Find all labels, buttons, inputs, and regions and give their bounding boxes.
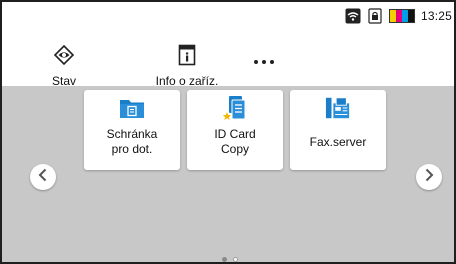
- top-navigation: Stav Info o zaříz.: [2, 30, 454, 88]
- more-dots-icon: [254, 60, 274, 64]
- previous-page-button[interactable]: [30, 164, 56, 190]
- fax-server-icon: [325, 95, 351, 121]
- tile-label: ID Card Copy: [214, 127, 255, 157]
- tile-label-line: pro dot.: [111, 142, 153, 156]
- toner-level-indicator[interactable]: [388, 9, 415, 23]
- tile-fax-server[interactable]: Fax.server: [290, 90, 386, 170]
- page-indicator: [2, 257, 454, 262]
- status-eye-icon: [53, 44, 75, 71]
- device-info-icon: [178, 44, 196, 71]
- wifi-icon[interactable]: [345, 8, 361, 24]
- tile-label: Fax.server: [310, 135, 367, 150]
- tile-schranka-pro-dot[interactable]: Schránka pro dot.: [84, 90, 180, 170]
- more-button[interactable]: [250, 52, 278, 72]
- nav-stav-button[interactable]: Stav: [44, 44, 84, 88]
- page-dot[interactable]: [233, 257, 238, 262]
- tile-label-line: Fax.server: [309, 135, 367, 149]
- tile-id-card-copy[interactable]: ID Card Copy: [187, 90, 283, 170]
- next-page-button[interactable]: [416, 164, 442, 190]
- nav-device-info-button[interactable]: Info o zaříz.: [137, 44, 237, 88]
- home-screen: 13:25 Stav Info o zaříz. Schránka pro do…: [0, 0, 456, 264]
- chevron-left-icon: [37, 168, 49, 187]
- tile-label: Schránka pro dot.: [107, 127, 158, 157]
- tile-label-line: Schránka: [106, 127, 158, 141]
- toner-black: [407, 10, 414, 22]
- status-bar: 13:25: [294, 2, 454, 30]
- clock: 13:25: [420, 9, 452, 23]
- tile-label-line: Copy: [220, 142, 249, 156]
- lock-icon[interactable]: [367, 8, 383, 24]
- folder-document-icon: [119, 95, 145, 121]
- chevron-right-icon: [423, 168, 435, 187]
- home-tiles-area: Schránka pro dot. ID Card Copy Fax.serve…: [2, 86, 454, 262]
- page-dot-active: [222, 257, 227, 262]
- id-card-copy-icon: [222, 95, 248, 121]
- tile-label-line: ID Card: [214, 127, 256, 141]
